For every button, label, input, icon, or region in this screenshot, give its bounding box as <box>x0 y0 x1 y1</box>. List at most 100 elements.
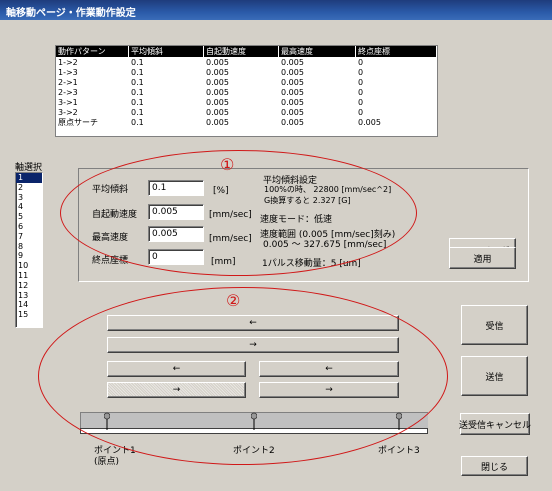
axis-item[interactable]: 9 <box>16 251 42 261</box>
table-header-row: 動作パターン 平均傾斜 自起動速度 最高速度 終点座標 <box>56 46 437 57</box>
start-speed-input[interactable]: 0.005 <box>148 204 204 220</box>
col-header-start-speed[interactable]: 自起動速度 <box>203 46 279 57</box>
max-speed-input[interactable]: 0.005 <box>148 226 204 242</box>
cell: 0.005 <box>278 97 356 107</box>
point3-label: ポイント3 <box>378 446 420 456</box>
window-title: 軸移動ページ・作業動作設定 <box>6 8 136 19</box>
pattern-table-panel: 動作パターン 平均傾斜 自起動速度 最高速度 終点座標 1->2 0.1 0.005… <box>55 45 438 137</box>
col-header-end-coord[interactable]: 終点座標 <box>355 46 437 57</box>
accel-info-line2: G換算すると 2.327 [G] <box>264 196 351 205</box>
cell: 0 <box>355 107 437 117</box>
move-right-button-3[interactable]: → <box>259 382 399 398</box>
cell: 0.1 <box>128 97 204 107</box>
slider-thumb-point1[interactable] <box>104 412 110 430</box>
cell: 0.1 <box>128 67 204 77</box>
move-right-button-1[interactable]: → <box>107 337 399 353</box>
start-speed-label: 自起動速度 <box>92 210 138 220</box>
axis-item[interactable]: 14 <box>16 300 42 310</box>
cell: 0.005 <box>203 87 279 97</box>
cell: 0.005 <box>278 57 356 67</box>
annotation-label-2: ② <box>226 291 241 310</box>
cell: 0 <box>355 97 437 107</box>
max-speed-unit: [mm/sec] <box>209 234 252 244</box>
axis-item[interactable]: 12 <box>16 281 42 291</box>
cell: 0.005 <box>278 87 356 97</box>
cell: 2->1 <box>56 77 129 87</box>
move-left-button-1[interactable]: ← <box>107 315 399 331</box>
cell: 0.005 <box>278 117 356 128</box>
cell: 0 <box>355 77 437 87</box>
cell: 3->1 <box>56 97 129 107</box>
axis-item[interactable]: 2 <box>16 183 42 193</box>
table-row[interactable]: 2->3 0.1 0.005 0.005 0 <box>56 87 437 97</box>
cell: 0.1 <box>128 77 204 87</box>
cell: 0.005 <box>278 107 356 117</box>
slider-thumb-point3[interactable] <box>396 412 402 430</box>
axis-item[interactable]: 3 <box>16 193 42 203</box>
table-row[interactable]: 1->3 0.1 0.005 0.005 0 <box>56 67 437 77</box>
cell: 0.1 <box>128 57 204 67</box>
axis-select-list[interactable]: 1 2 3 4 5 6 7 8 9 10 11 12 13 14 15 <box>15 172 43 328</box>
speed-range-values: 0.005 ～ 327.675 [mm/sec] <box>263 240 387 250</box>
axis-item[interactable]: 7 <box>16 232 42 242</box>
col-header-pattern[interactable]: 動作パターン <box>56 46 129 57</box>
accel-unit: [%] <box>213 186 229 196</box>
table-row[interactable]: 3->2 0.1 0.005 0.005 0 <box>56 107 437 117</box>
accel-info-line1: 100%の時、 22800 [mm/sec^2] <box>264 185 392 194</box>
receive-button[interactable]: 受信 <box>461 305 528 345</box>
cell: 原点サーチ <box>56 117 129 128</box>
cell: 3->2 <box>56 107 129 117</box>
axis-item[interactable]: 5 <box>16 212 42 222</box>
table-row[interactable]: 2->1 0.1 0.005 0.005 0 <box>56 77 437 87</box>
cell: 0.005 <box>355 117 437 128</box>
end-coord-label: 終点座標 <box>92 256 129 266</box>
table-row[interactable]: 3->1 0.1 0.005 0.005 0 <box>56 97 437 107</box>
table-row[interactable]: 原点サーチ 0.1 0.005 0.005 0.005 <box>56 117 437 128</box>
cell: 0 <box>355 57 437 67</box>
cell: 0.1 <box>128 117 204 128</box>
point2-label: ポイント2 <box>233 446 275 456</box>
accel-input[interactable]: 0.1 <box>148 180 204 196</box>
move-left-button-3[interactable]: ← <box>259 361 399 377</box>
cell: 1->3 <box>56 67 129 77</box>
axis-item[interactable]: 10 <box>16 261 42 271</box>
move-right-button-2[interactable]: → <box>107 382 246 398</box>
title-bar: 軸移動ページ・作業動作設定 <box>0 0 552 20</box>
cell: 0 <box>355 87 437 97</box>
axis-item[interactable]: 13 <box>16 291 42 301</box>
cell: 0 <box>355 67 437 77</box>
col-header-accel[interactable]: 平均傾斜 <box>128 46 204 57</box>
cell: 0.005 <box>203 77 279 87</box>
pattern-table: 動作パターン 平均傾斜 自起動速度 最高速度 終点座標 1->2 0.1 0.005… <box>56 46 437 128</box>
start-speed-unit: [mm/sec] <box>209 210 252 220</box>
axis-item[interactable]: 8 <box>16 242 42 252</box>
cell: 0.005 <box>278 67 356 77</box>
accel-label: 平均傾斜 <box>92 185 129 195</box>
send-button[interactable]: 送信 <box>461 356 528 396</box>
close-button[interactable]: 閉じる <box>461 456 528 476</box>
move-left-button-2[interactable]: ← <box>107 361 246 377</box>
cell: 0.005 <box>203 97 279 107</box>
cancel-transfer-button[interactable]: 送受信キャンセル <box>459 413 531 435</box>
end-coord-input[interactable]: 0 <box>148 249 204 265</box>
cell: 0.005 <box>278 77 356 87</box>
end-coord-unit: [mm] <box>211 257 236 267</box>
max-speed-label: 最高速度 <box>92 233 129 243</box>
cell: 0.005 <box>203 117 279 128</box>
axis-item[interactable]: 4 <box>16 202 42 212</box>
cell: 0.005 <box>203 67 279 77</box>
pulse-text: 1パルス移動量：5 [um] <box>262 259 361 269</box>
slider-thumb-point2[interactable] <box>251 412 257 430</box>
axis-item[interactable]: 1 <box>16 173 42 183</box>
speed-mode-text: 速度モード：低速 <box>260 215 333 225</box>
col-header-max-speed[interactable]: 最高速度 <box>278 46 356 57</box>
settings-window: 軸移動ページ・作業動作設定 動作パターン 平均傾斜 自起動速度 最高速度 終点座… <box>0 0 552 491</box>
axis-item[interactable]: 11 <box>16 271 42 281</box>
axis-item[interactable]: 6 <box>16 222 42 232</box>
apply-button[interactable]: 適用 <box>449 247 516 269</box>
table-row[interactable]: 1->2 0.1 0.005 0.005 0 <box>56 57 437 67</box>
cell: 0.005 <box>203 107 279 117</box>
axis-item[interactable]: 15 <box>16 310 42 320</box>
point1-sublabel: (原点) <box>94 457 120 467</box>
cell: 0.1 <box>128 107 204 117</box>
